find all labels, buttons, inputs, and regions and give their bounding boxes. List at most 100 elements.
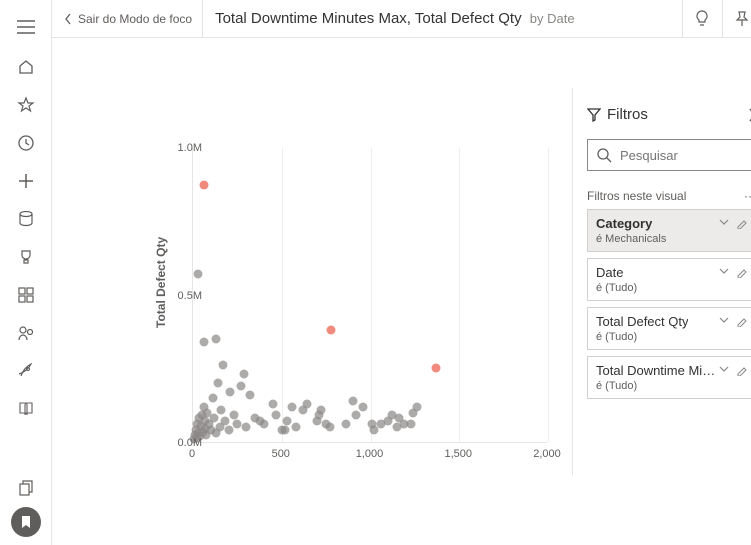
filter-name: Total Downtime Minut...: [596, 363, 716, 378]
data-point[interactable]: [283, 417, 292, 426]
data-point[interactable]: [229, 411, 238, 420]
filter-name: Total Defect Qty: [596, 314, 688, 329]
filter-sub: é (Tudo): [596, 282, 747, 294]
chevron-down-icon[interactable]: [719, 366, 729, 376]
data-point[interactable]: [219, 361, 228, 370]
eraser-icon[interactable]: [735, 219, 747, 229]
filters-header: Filtros: [587, 106, 751, 123]
data-point[interactable]: [236, 381, 245, 390]
filter-name: Date: [596, 265, 623, 280]
data-point[interactable]: [240, 370, 249, 379]
data-point[interactable]: [199, 337, 208, 346]
create-icon[interactable]: [0, 162, 52, 200]
data-point[interactable]: [281, 426, 290, 435]
title-suffix: by Date: [530, 11, 575, 26]
topbar: Sair do Modo de foco Total Downtime Minu…: [52, 0, 751, 38]
eraser-icon[interactable]: [735, 366, 747, 376]
data-point[interactable]: [316, 405, 325, 414]
page-title: Total Downtime Minutes Max, Total Defect…: [203, 10, 575, 27]
data-point[interactable]: [220, 417, 229, 426]
data-point[interactable]: [224, 426, 233, 435]
hamburger-icon[interactable]: [0, 6, 52, 48]
data-point[interactable]: [352, 411, 361, 420]
data-point[interactable]: [359, 402, 368, 411]
more-icon[interactable]: ···: [744, 189, 751, 203]
bookmark-badge-icon[interactable]: [0, 507, 52, 545]
eraser-icon[interactable]: [735, 317, 747, 327]
data-icon[interactable]: [0, 200, 52, 238]
data-point[interactable]: [233, 420, 242, 429]
x-tick-label: 1,000: [356, 448, 384, 460]
search-input[interactable]: [620, 148, 751, 163]
filter-card[interactable]: Category é Mechanicals: [587, 209, 751, 252]
y-tick-label: 1.0M: [178, 142, 202, 154]
trophy-icon[interactable]: [0, 238, 52, 276]
recent-icon[interactable]: [0, 124, 52, 162]
y-axis-label: Total Defect Qty: [154, 237, 168, 328]
chart-area: Total Defect Qty 0.0M0.5M1.0M05001,0001,…: [52, 38, 572, 545]
data-point[interactable]: [245, 390, 254, 399]
favorites-icon[interactable]: [0, 86, 52, 124]
nav-rail: [0, 0, 52, 545]
data-point[interactable]: [341, 420, 350, 429]
back-label: Sair do Modo de foco: [78, 12, 192, 26]
people-icon[interactable]: [0, 314, 52, 352]
x-tick-label: 1,500: [444, 448, 472, 460]
copy-icon[interactable]: [0, 469, 52, 507]
lightbulb-icon[interactable]: [682, 0, 720, 38]
filters-title: Filtros: [607, 106, 648, 123]
data-point[interactable]: [291, 423, 300, 432]
chevron-down-icon[interactable]: [719, 317, 729, 327]
data-point[interactable]: [327, 325, 336, 334]
data-point[interactable]: [226, 387, 235, 396]
data-point[interactable]: [325, 423, 334, 432]
filters-section-label: Filtros neste visual ···: [587, 189, 751, 203]
apps-icon[interactable]: [0, 276, 52, 314]
x-tick-label: 500: [272, 448, 290, 460]
data-point[interactable]: [212, 334, 221, 343]
chevron-down-icon[interactable]: [719, 219, 729, 229]
data-point[interactable]: [260, 420, 269, 429]
filter-sub: é (Tudo): [596, 331, 747, 343]
funnel-icon: [587, 108, 601, 122]
filter-sub: é (Tudo): [596, 380, 747, 392]
filter-sub: é Mechanicals: [596, 233, 747, 245]
data-point[interactable]: [210, 414, 219, 423]
y-tick-label: 0.5M: [178, 290, 202, 302]
data-point[interactable]: [242, 423, 251, 432]
back-button[interactable]: Sair do Modo de foco: [60, 0, 203, 37]
x-tick-label: 2,000: [533, 448, 561, 460]
data-point[interactable]: [194, 269, 203, 278]
data-point[interactable]: [217, 405, 226, 414]
filter-card[interactable]: Total Defect Qty é (Tudo): [587, 307, 751, 350]
plot-area: [192, 148, 547, 443]
filter-card[interactable]: Date é (Tudo): [587, 258, 751, 301]
home-icon[interactable]: [0, 48, 52, 86]
data-point[interactable]: [268, 399, 277, 408]
filter-card[interactable]: Total Downtime Minut... é (Tudo): [587, 356, 751, 399]
data-point[interactable]: [272, 411, 281, 420]
data-point[interactable]: [199, 181, 208, 190]
data-point[interactable]: [412, 402, 421, 411]
filter-name: Category: [596, 216, 652, 231]
search-icon: [596, 147, 612, 163]
content: Total Defect Qty 0.0M0.5M1.0M05001,0001,…: [52, 38, 751, 545]
data-point[interactable]: [432, 364, 441, 373]
title-main: Total Downtime Minutes Max, Total Defect…: [215, 10, 522, 27]
data-point[interactable]: [208, 393, 217, 402]
chevron-down-icon[interactable]: [719, 268, 729, 278]
scatter-chart[interactable]: Total Defect Qty 0.0M0.5M1.0M05001,0001,…: [82, 68, 562, 428]
x-tick-label: 0: [189, 448, 195, 460]
rocket-icon[interactable]: [0, 352, 52, 390]
data-point[interactable]: [302, 399, 311, 408]
eraser-icon[interactable]: [735, 268, 747, 278]
filters-panel: Filtros Filtros neste visual ··· Categor…: [572, 88, 751, 475]
chevron-left-icon: [64, 13, 72, 25]
search-box[interactable]: [587, 139, 751, 171]
data-point[interactable]: [348, 396, 357, 405]
data-point[interactable]: [407, 420, 416, 429]
data-point[interactable]: [288, 402, 297, 411]
pin-icon[interactable]: [722, 0, 751, 38]
data-point[interactable]: [213, 379, 222, 388]
learn-icon[interactable]: [0, 390, 52, 428]
